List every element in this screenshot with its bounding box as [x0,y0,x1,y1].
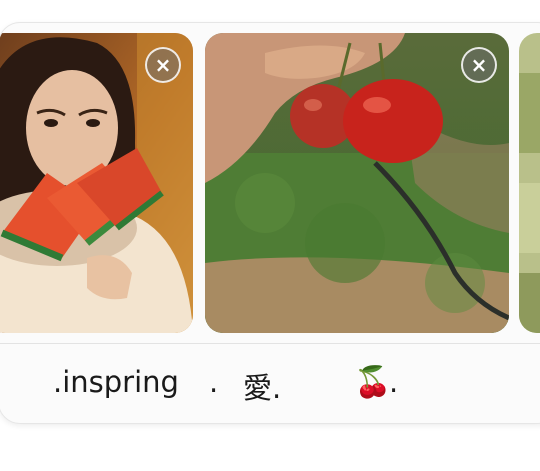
caption-ai: 愛. [243,371,282,405]
image-carousel[interactable]: × × [0,33,540,345]
image-thumbnail-watermelon[interactable]: × [0,33,193,333]
post-editor-card: × × .inspring . 愛. 🍒 . [0,22,540,424]
image-thumbnail-cherries[interactable]: × [205,33,509,333]
cherries-photo [205,33,509,333]
caption-word: .inspring [53,365,179,399]
divider [0,343,540,344]
remove-image-button[interactable]: × [461,47,497,83]
cherry-emoji: 🍒 [354,365,392,400]
close-icon: × [470,53,488,77]
image-thumbnail-partial[interactable] [519,33,540,333]
partial-photo [519,33,540,333]
close-icon: × [154,53,172,77]
caption-dot: . [209,365,219,399]
caption-text[interactable]: .inspring . 愛. 🍒 . [0,353,539,413]
remove-image-button[interactable]: × [145,47,181,83]
caption-dot: . [389,365,399,399]
